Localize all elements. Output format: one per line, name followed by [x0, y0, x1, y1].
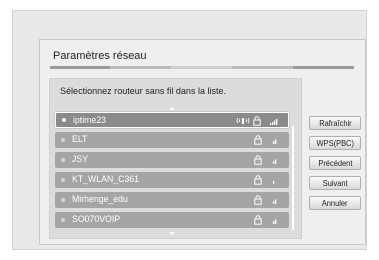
signal-icon: [273, 159, 277, 164]
router-row[interactable]: Mirhenge_edu: [55, 192, 289, 208]
router-ssid: KT_WLAN_C361: [72, 174, 140, 185]
cancel-button[interactable]: Annuler: [309, 196, 361, 210]
bullet-icon: [61, 198, 65, 202]
scroll-up-arrow-icon[interactable]: [169, 107, 175, 110]
lock-icon: [254, 135, 262, 145]
progress-segment: [293, 66, 354, 69]
dialog-title: Paramètres réseau: [53, 50, 147, 62]
wps-pbc-button[interactable]: WPS(PBC): [309, 136, 361, 150]
router-ssid: ELT: [72, 134, 88, 145]
router-ssid: Mirhenge_edu: [72, 194, 128, 205]
next-label: Suivant: [322, 178, 348, 188]
router-ssid: JSY: [72, 154, 89, 165]
bullet-icon: [61, 178, 65, 182]
next-button[interactable]: Suivant: [309, 176, 361, 190]
wps-label: WPS(PBC): [316, 138, 354, 148]
signal-icon: [273, 181, 275, 184]
router-list-panel: Sélectionnez routeur sans fil dans la li…: [49, 78, 302, 239]
bullet-icon: [61, 138, 65, 142]
scroll-down-arrow-icon[interactable]: [169, 232, 175, 235]
progress-segment: [110, 66, 171, 69]
wps-icon: [236, 117, 250, 124]
lock-icon: [254, 215, 262, 225]
signal-icon: [273, 199, 277, 204]
refresh-label: Rafraîchir: [318, 118, 352, 128]
previous-label: Précédent: [317, 158, 353, 168]
network-settings-dialog: Paramètres réseau Sélectionnez routeur s…: [39, 39, 366, 245]
signal-icon: [273, 219, 277, 224]
lock-icon: [254, 195, 262, 205]
signal-icon: [270, 119, 278, 125]
refresh-button[interactable]: Rafraîchir: [309, 116, 361, 130]
progress-segment: [50, 66, 110, 69]
router-row[interactable]: SO070VOIP: [55, 212, 289, 228]
router-ssid: iptime23: [73, 115, 107, 126]
signal-icon: [273, 139, 277, 144]
bullet-icon: [62, 118, 66, 122]
bullet-icon: [61, 158, 65, 162]
progress-segment: [232, 66, 293, 69]
previous-button[interactable]: Précédent: [309, 156, 361, 170]
progress-segment: [171, 66, 232, 69]
router-row[interactable]: iptime23: [55, 112, 289, 128]
scrollbar[interactable]: [292, 126, 294, 230]
bullet-icon: [61, 218, 65, 222]
tv-screen: Paramètres réseau Sélectionnez routeur s…: [12, 10, 367, 250]
lock-icon: [254, 175, 262, 185]
router-row[interactable]: KT_WLAN_C361: [55, 172, 289, 188]
cancel-label: Annuler: [322, 198, 348, 208]
router-row[interactable]: JSY: [55, 152, 289, 168]
list-prompt: Sélectionnez routeur sans fil dans la li…: [60, 86, 227, 97]
router-row[interactable]: ELT: [55, 132, 289, 148]
lock-icon: [253, 116, 261, 126]
progress-line: [50, 66, 354, 69]
router-ssid: SO070VOIP: [72, 214, 121, 225]
lock-icon: [254, 155, 262, 165]
